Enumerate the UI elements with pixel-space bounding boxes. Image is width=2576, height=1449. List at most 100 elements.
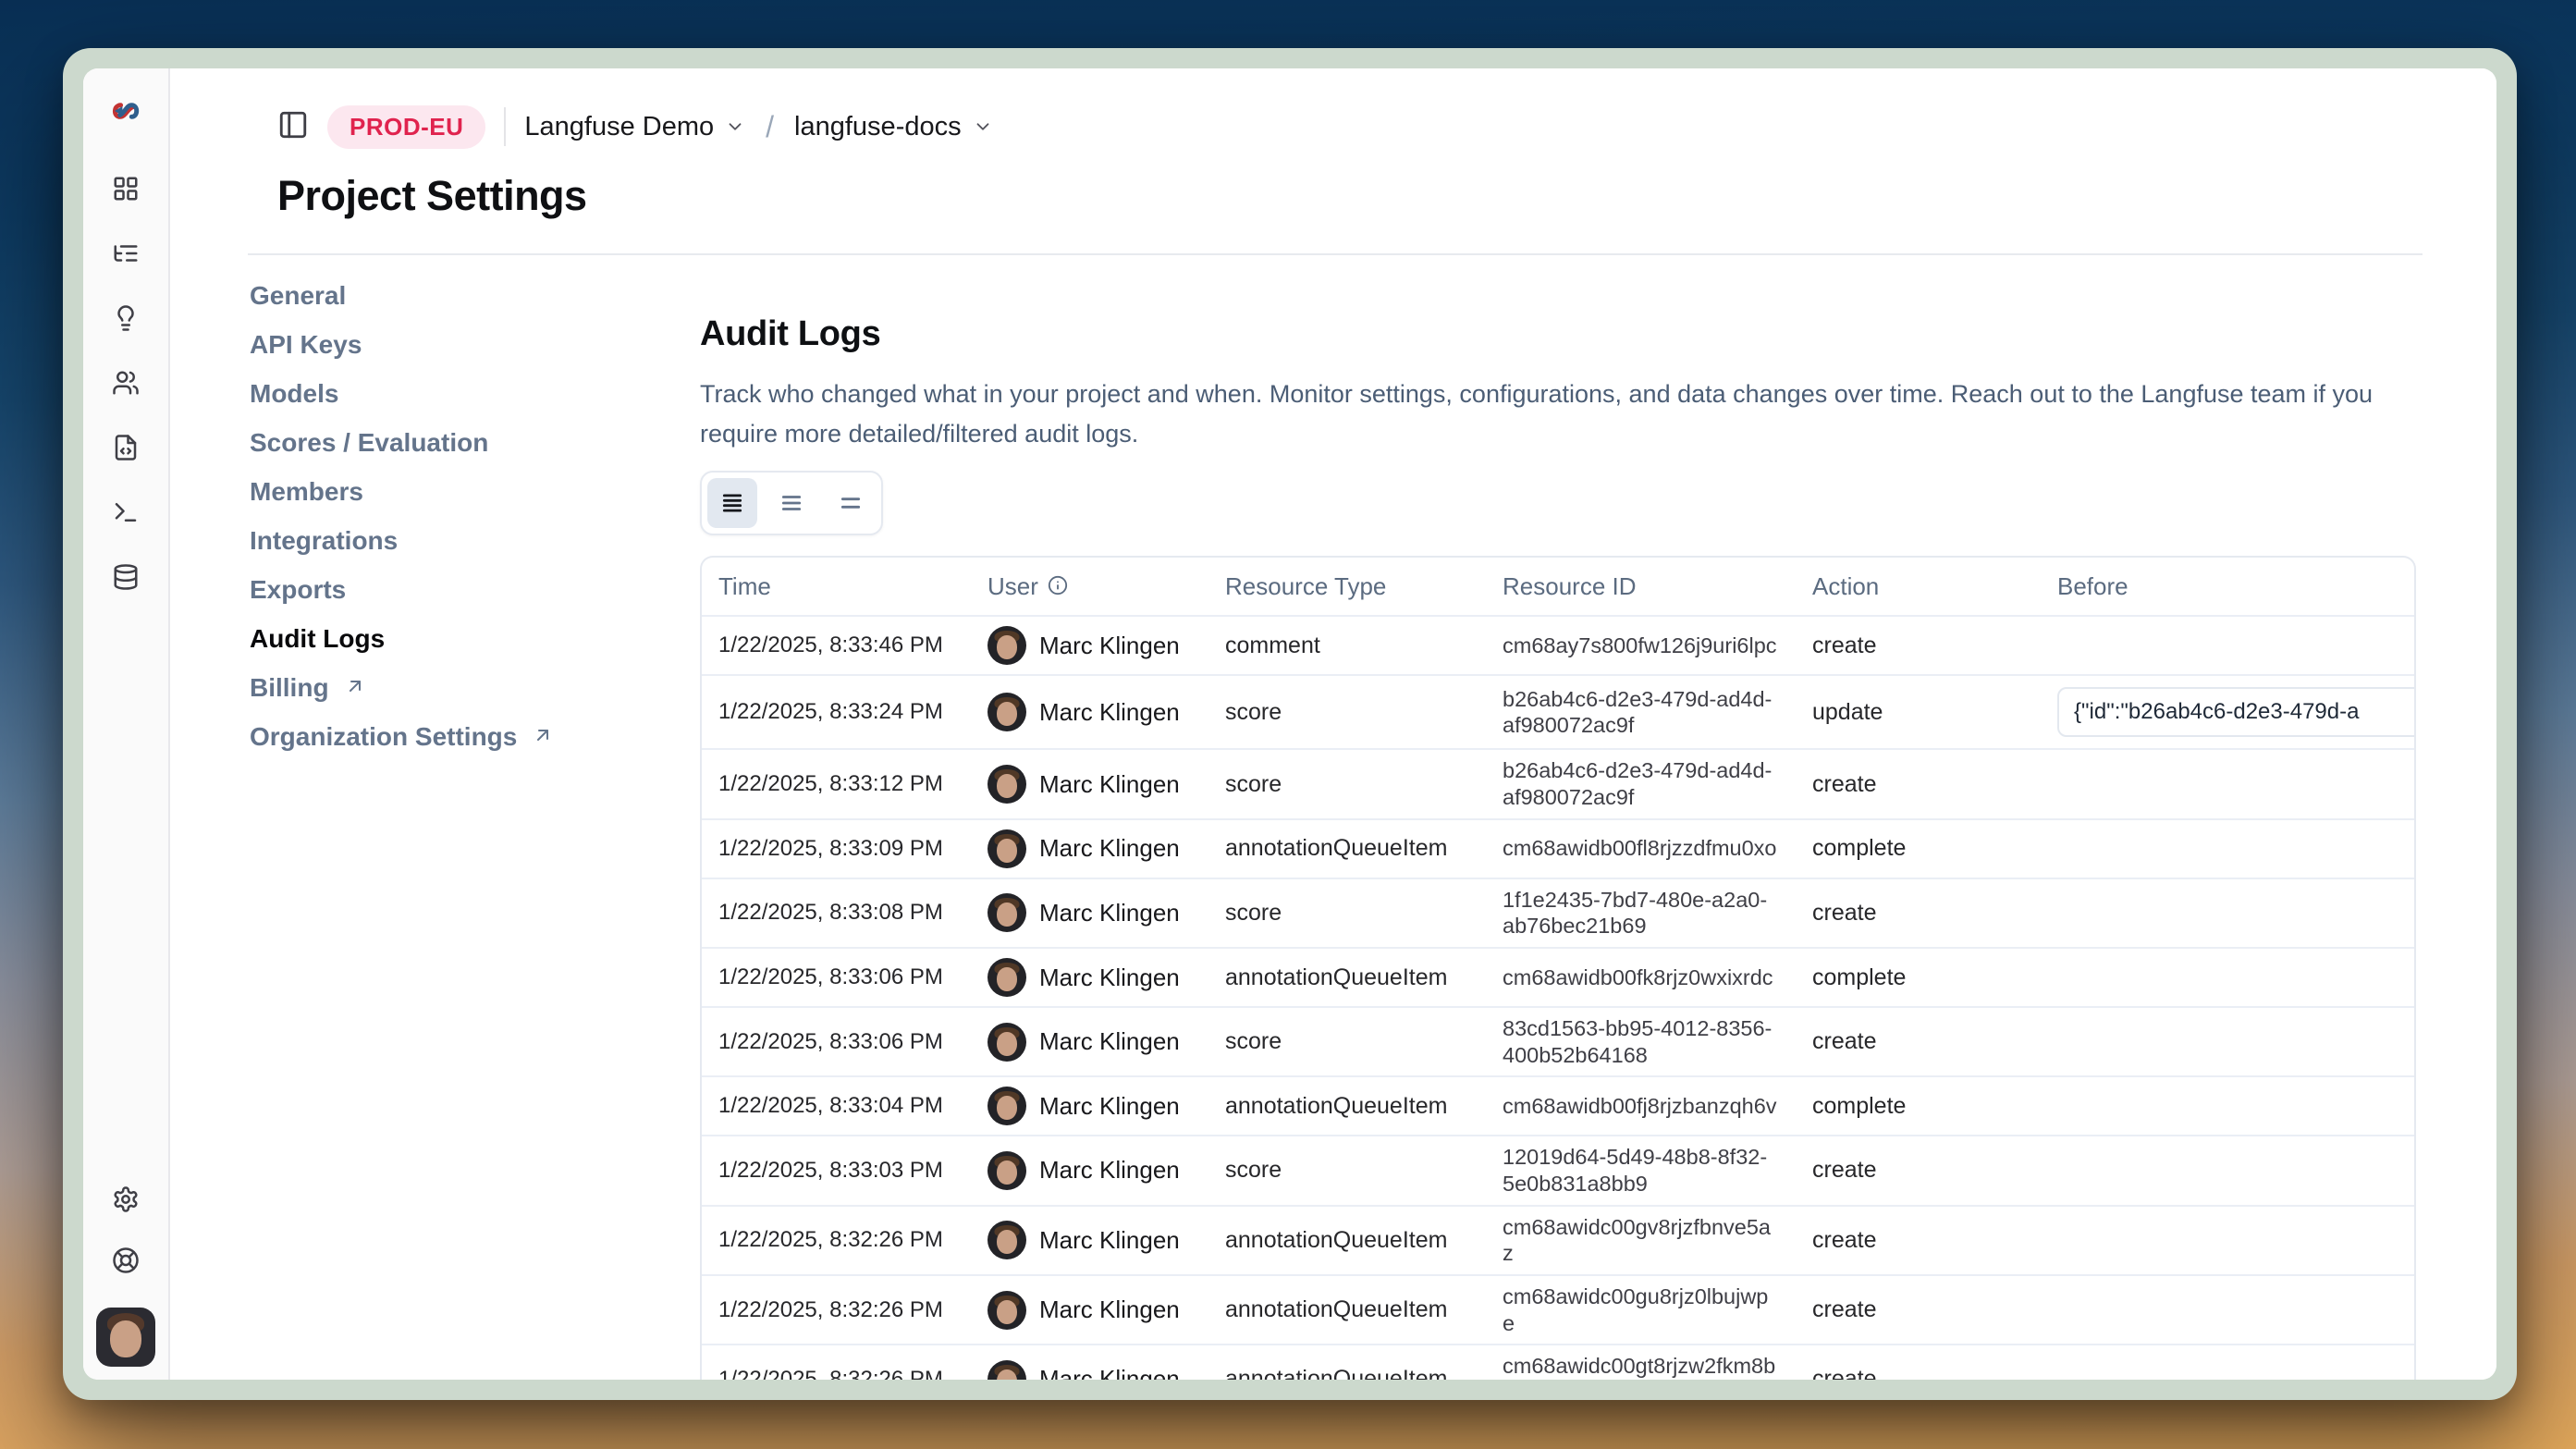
column-header-before: Before (2041, 572, 2414, 601)
column-header-resource-type: Resource Type (1208, 572, 1486, 601)
desktop-wallpaper: PROD-EU Langfuse Demo / langfuse-docs (0, 0, 2576, 1449)
settings-nav-item-label: API Keys (250, 330, 362, 360)
sidebar-toggle-icon[interactable] (277, 109, 309, 145)
settings-gear-icon[interactable] (112, 1185, 140, 1213)
audit-logs-panel: Audit Logs Track who changed what in you… (700, 255, 2496, 1380)
row-height-medium-button[interactable] (767, 478, 816, 528)
cell-resource-id: cm68awidc00gu8rjz0lbujwpe (1486, 1276, 1796, 1344)
cell-resource-id: b26ab4c6-d2e3-479d-ad4d-af980072ac9f (1486, 679, 1796, 746)
settings-nav-item-label: Scores / Evaluation (250, 428, 488, 458)
cell-resource-type: annotationQueueItem (1208, 957, 1486, 999)
row-height-small-button[interactable] (707, 478, 757, 528)
cell-resource-type: score (1208, 1021, 1486, 1062)
cell-user: Marc Klingen (971, 757, 1208, 811)
dashboard-icon[interactable] (112, 175, 140, 203)
org-selector[interactable]: Langfuse Demo (524, 110, 745, 144)
cell-user: Marc Klingen (971, 1015, 1208, 1069)
table-body: 1/22/2025, 8:33:46 PM Marc Klingen comme… (702, 615, 2414, 1380)
row-user-avatar (987, 765, 1026, 804)
row-user-name: Marc Klingen (1039, 1156, 1180, 1185)
settings-nav-item[interactable]: Organization Settings (250, 724, 700, 750)
cell-resource-type: score (1208, 764, 1486, 805)
cell-resource-type: score (1208, 1149, 1486, 1191)
cell-resource-id: 1f1e2435-7bd7-480e-a2a0-ab76bec21b69 (1486, 879, 1796, 947)
settings-nav-item[interactable]: Members (250, 479, 700, 505)
settings-nav-item[interactable]: Exports (250, 577, 700, 603)
database-icon[interactable] (112, 563, 140, 591)
row-user-avatar (987, 958, 1026, 997)
panel-description: Track who changed what in your project a… (700, 375, 2374, 454)
rail-bottom (96, 1185, 155, 1367)
datasets-file-code-icon[interactable] (112, 434, 140, 461)
prompts-lightbulb-icon[interactable] (112, 304, 140, 332)
cell-resource-type: score (1208, 892, 1486, 934)
row-user-name: Marc Klingen (1039, 1092, 1180, 1121)
cell-user: Marc Klingen (971, 685, 1208, 739)
row-height-large-button[interactable] (826, 478, 876, 528)
cell-time: 1/22/2025, 8:32:26 PM (702, 1359, 971, 1380)
table-row: 1/22/2025, 8:33:04 PM Marc Klingen annot… (702, 1075, 2414, 1135)
divider (504, 107, 506, 146)
settings-nav-item[interactable]: Audit Logs (250, 626, 700, 652)
tracing-icon[interactable] (112, 239, 140, 267)
cell-action: create (1796, 1220, 2041, 1261)
settings-nav-item[interactable]: Billing (250, 675, 700, 701)
cell-action: create (1796, 1289, 2041, 1331)
column-header-time: Time (702, 572, 971, 601)
cell-before (2041, 1372, 2414, 1380)
cell-resource-id: cm68awidc00gt8rjzw2fkm8bo (1486, 1345, 1796, 1380)
cell-resource-type: comment (1208, 625, 1486, 667)
row-user-avatar (987, 1221, 1026, 1259)
app-window: PROD-EU Langfuse Demo / langfuse-docs (63, 48, 2517, 1400)
playground-terminal-icon[interactable] (112, 498, 140, 526)
table-row: 1/22/2025, 8:33:09 PM Marc Klingen annot… (702, 818, 2414, 878)
breadcrumb: PROD-EU Langfuse Demo / langfuse-docs (277, 105, 2496, 148)
settings-nav-item[interactable]: Models (250, 381, 700, 407)
user-avatar[interactable] (96, 1308, 155, 1367)
cell-resource-type: annotationQueueItem (1208, 828, 1486, 869)
project-name: langfuse-docs (794, 112, 962, 142)
settings-nav-item-label: General (250, 281, 346, 311)
row-user-name: Marc Klingen (1039, 632, 1180, 660)
langfuse-logo-icon[interactable] (109, 94, 142, 132)
cell-user: Marc Klingen (971, 1213, 1208, 1267)
before-json-box[interactable]: {"id":"b26ab4c6-d2e3-479d-a (2057, 687, 2414, 737)
row-user-avatar (987, 1291, 1026, 1330)
cell-resource-id: cm68ay7s800fw126j9uri6lpc (1486, 625, 1796, 667)
panel-heading: Audit Logs (700, 314, 2496, 354)
settings-nav-item[interactable]: API Keys (250, 332, 700, 358)
project-selector[interactable]: langfuse-docs (794, 110, 993, 144)
cell-before (2041, 1163, 2414, 1178)
cell-action: create (1796, 1021, 2041, 1062)
row-user-avatar (987, 1087, 1026, 1125)
cell-action: complete (1796, 957, 2041, 999)
rail-nav (112, 175, 140, 591)
cell-time: 1/22/2025, 8:33:03 PM (702, 1150, 971, 1191)
cell-resource-id: cm68awidb00fk8rjz0wxixrdc (1486, 957, 1796, 999)
support-lifebuoy-icon[interactable] (112, 1246, 140, 1274)
row-user-avatar (987, 693, 1026, 731)
cell-before (2041, 777, 2414, 792)
users-icon[interactable] (112, 369, 140, 397)
cell-user: Marc Klingen (971, 1353, 1208, 1380)
row-user-name: Marc Klingen (1039, 1365, 1180, 1380)
cell-resource-type: annotationQueueItem (1208, 1086, 1486, 1127)
environment-badge[interactable]: PROD-EU (327, 105, 485, 149)
settings-nav-item[interactable]: General (250, 283, 700, 309)
cell-action: update (1796, 692, 2041, 733)
cell-user: Marc Klingen (971, 619, 1208, 672)
settings-nav-item[interactable]: Scores / Evaluation (250, 430, 700, 456)
settings-content: General API Keys Models Scores / Evaluat… (248, 255, 2496, 1380)
settings-nav-item[interactable]: Integrations (250, 528, 700, 554)
cell-before (2041, 1233, 2414, 1247)
table-row: 1/22/2025, 8:32:26 PM Marc Klingen annot… (702, 1344, 2414, 1380)
cell-before (2041, 905, 2414, 920)
cell-resource-id: cm68awidb00fj8rjzbanzqh6v (1486, 1086, 1796, 1127)
row-user-avatar (987, 1023, 1026, 1062)
info-icon[interactable] (1048, 573, 1068, 602)
cell-time: 1/22/2025, 8:33:06 PM (702, 1022, 971, 1062)
cell-action: create (1796, 1149, 2041, 1191)
cell-resource-id: 12019d64-5d49-48b8-8f32-5e0b831a8bb9 (1486, 1136, 1796, 1204)
langfuse-app: PROD-EU Langfuse Demo / langfuse-docs (83, 68, 2496, 1380)
row-user-name: Marc Klingen (1039, 1027, 1180, 1056)
